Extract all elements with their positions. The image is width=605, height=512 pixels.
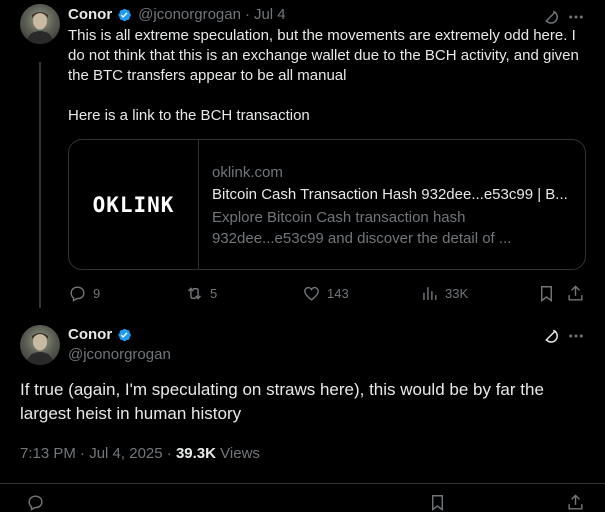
heart-icon <box>304 286 319 301</box>
views-count: 39.3K <box>175 445 216 462</box>
reply-header: Conor @jconorgrogan · Jul 4 <box>68 6 286 23</box>
views-button[interactable]: 33K <box>420 284 468 303</box>
bookmark-icon[interactable] <box>428 493 447 512</box>
reply-icon[interactable] <box>26 493 45 512</box>
verified-badge-icon <box>118 8 132 21</box>
views-label: Views <box>220 445 260 462</box>
main-author-row: Conor <box>68 326 132 343</box>
separator-dot: · <box>80 445 86 462</box>
separator-dot: · <box>244 6 250 23</box>
analytics-icon <box>423 287 437 300</box>
link-card[interactable]: OKLINK oklink.com Bitcoin Cash Transacti… <box>68 139 586 270</box>
avatar-image <box>26 333 54 365</box>
card-description: Explore Bitcoin Cash transaction hash 93… <box>212 209 512 247</box>
separator-dot: · <box>166 445 172 462</box>
tweet-date[interactable]: Jul 4 <box>254 6 286 23</box>
more-options-icon[interactable] <box>567 327 585 345</box>
repost-button[interactable]: 5 <box>185 284 217 303</box>
more-options-icon[interactable] <box>567 8 585 26</box>
card-domain: oklink.com <box>212 164 283 181</box>
author-name[interactable]: Conor <box>68 6 112 23</box>
reply-button[interactable]: 9 <box>68 284 100 303</box>
tweet-text: This is all extreme speculation, but the… <box>68 27 579 124</box>
avatar[interactable] <box>20 325 60 365</box>
grok-icon[interactable] <box>542 8 560 26</box>
like-button[interactable]: 143 <box>302 284 349 303</box>
repost-count: 5 <box>210 286 218 301</box>
tweet-time[interactable]: 7:13 PM <box>20 445 76 462</box>
share-icon[interactable] <box>566 284 585 303</box>
views-count: 33K <box>445 286 469 301</box>
tweet-date[interactable]: Jul 4, 2025 <box>89 445 162 462</box>
reply-icon <box>70 286 85 302</box>
thread-line <box>39 62 41 308</box>
author-handle[interactable]: @jconorgrogan <box>138 6 241 23</box>
main-tweet-text: If true (again, I'm speculating on straw… <box>20 380 544 423</box>
author-name[interactable]: Conor <box>68 326 112 343</box>
share-icon[interactable] <box>566 493 585 512</box>
repost-icon <box>188 287 201 300</box>
card-title: Bitcoin Cash Transaction Hash 932dee...e… <box>212 186 568 203</box>
bookmark-icon[interactable] <box>537 284 556 303</box>
avatar[interactable] <box>20 4 60 44</box>
divider <box>0 483 605 484</box>
like-count: 143 <box>327 286 349 301</box>
author-handle[interactable]: @jconorgrogan <box>68 346 171 363</box>
logo-text: OKLINK <box>92 192 175 217</box>
tweet-meta: 7:13 PM · Jul 4, 2025 · 39.3K Views <box>20 445 260 462</box>
verified-badge-icon <box>118 328 132 341</box>
reply-count: 9 <box>93 286 101 301</box>
avatar-image <box>26 12 54 44</box>
grok-icon[interactable] <box>542 327 560 345</box>
oklink-logo: OKLINK <box>69 140 199 269</box>
